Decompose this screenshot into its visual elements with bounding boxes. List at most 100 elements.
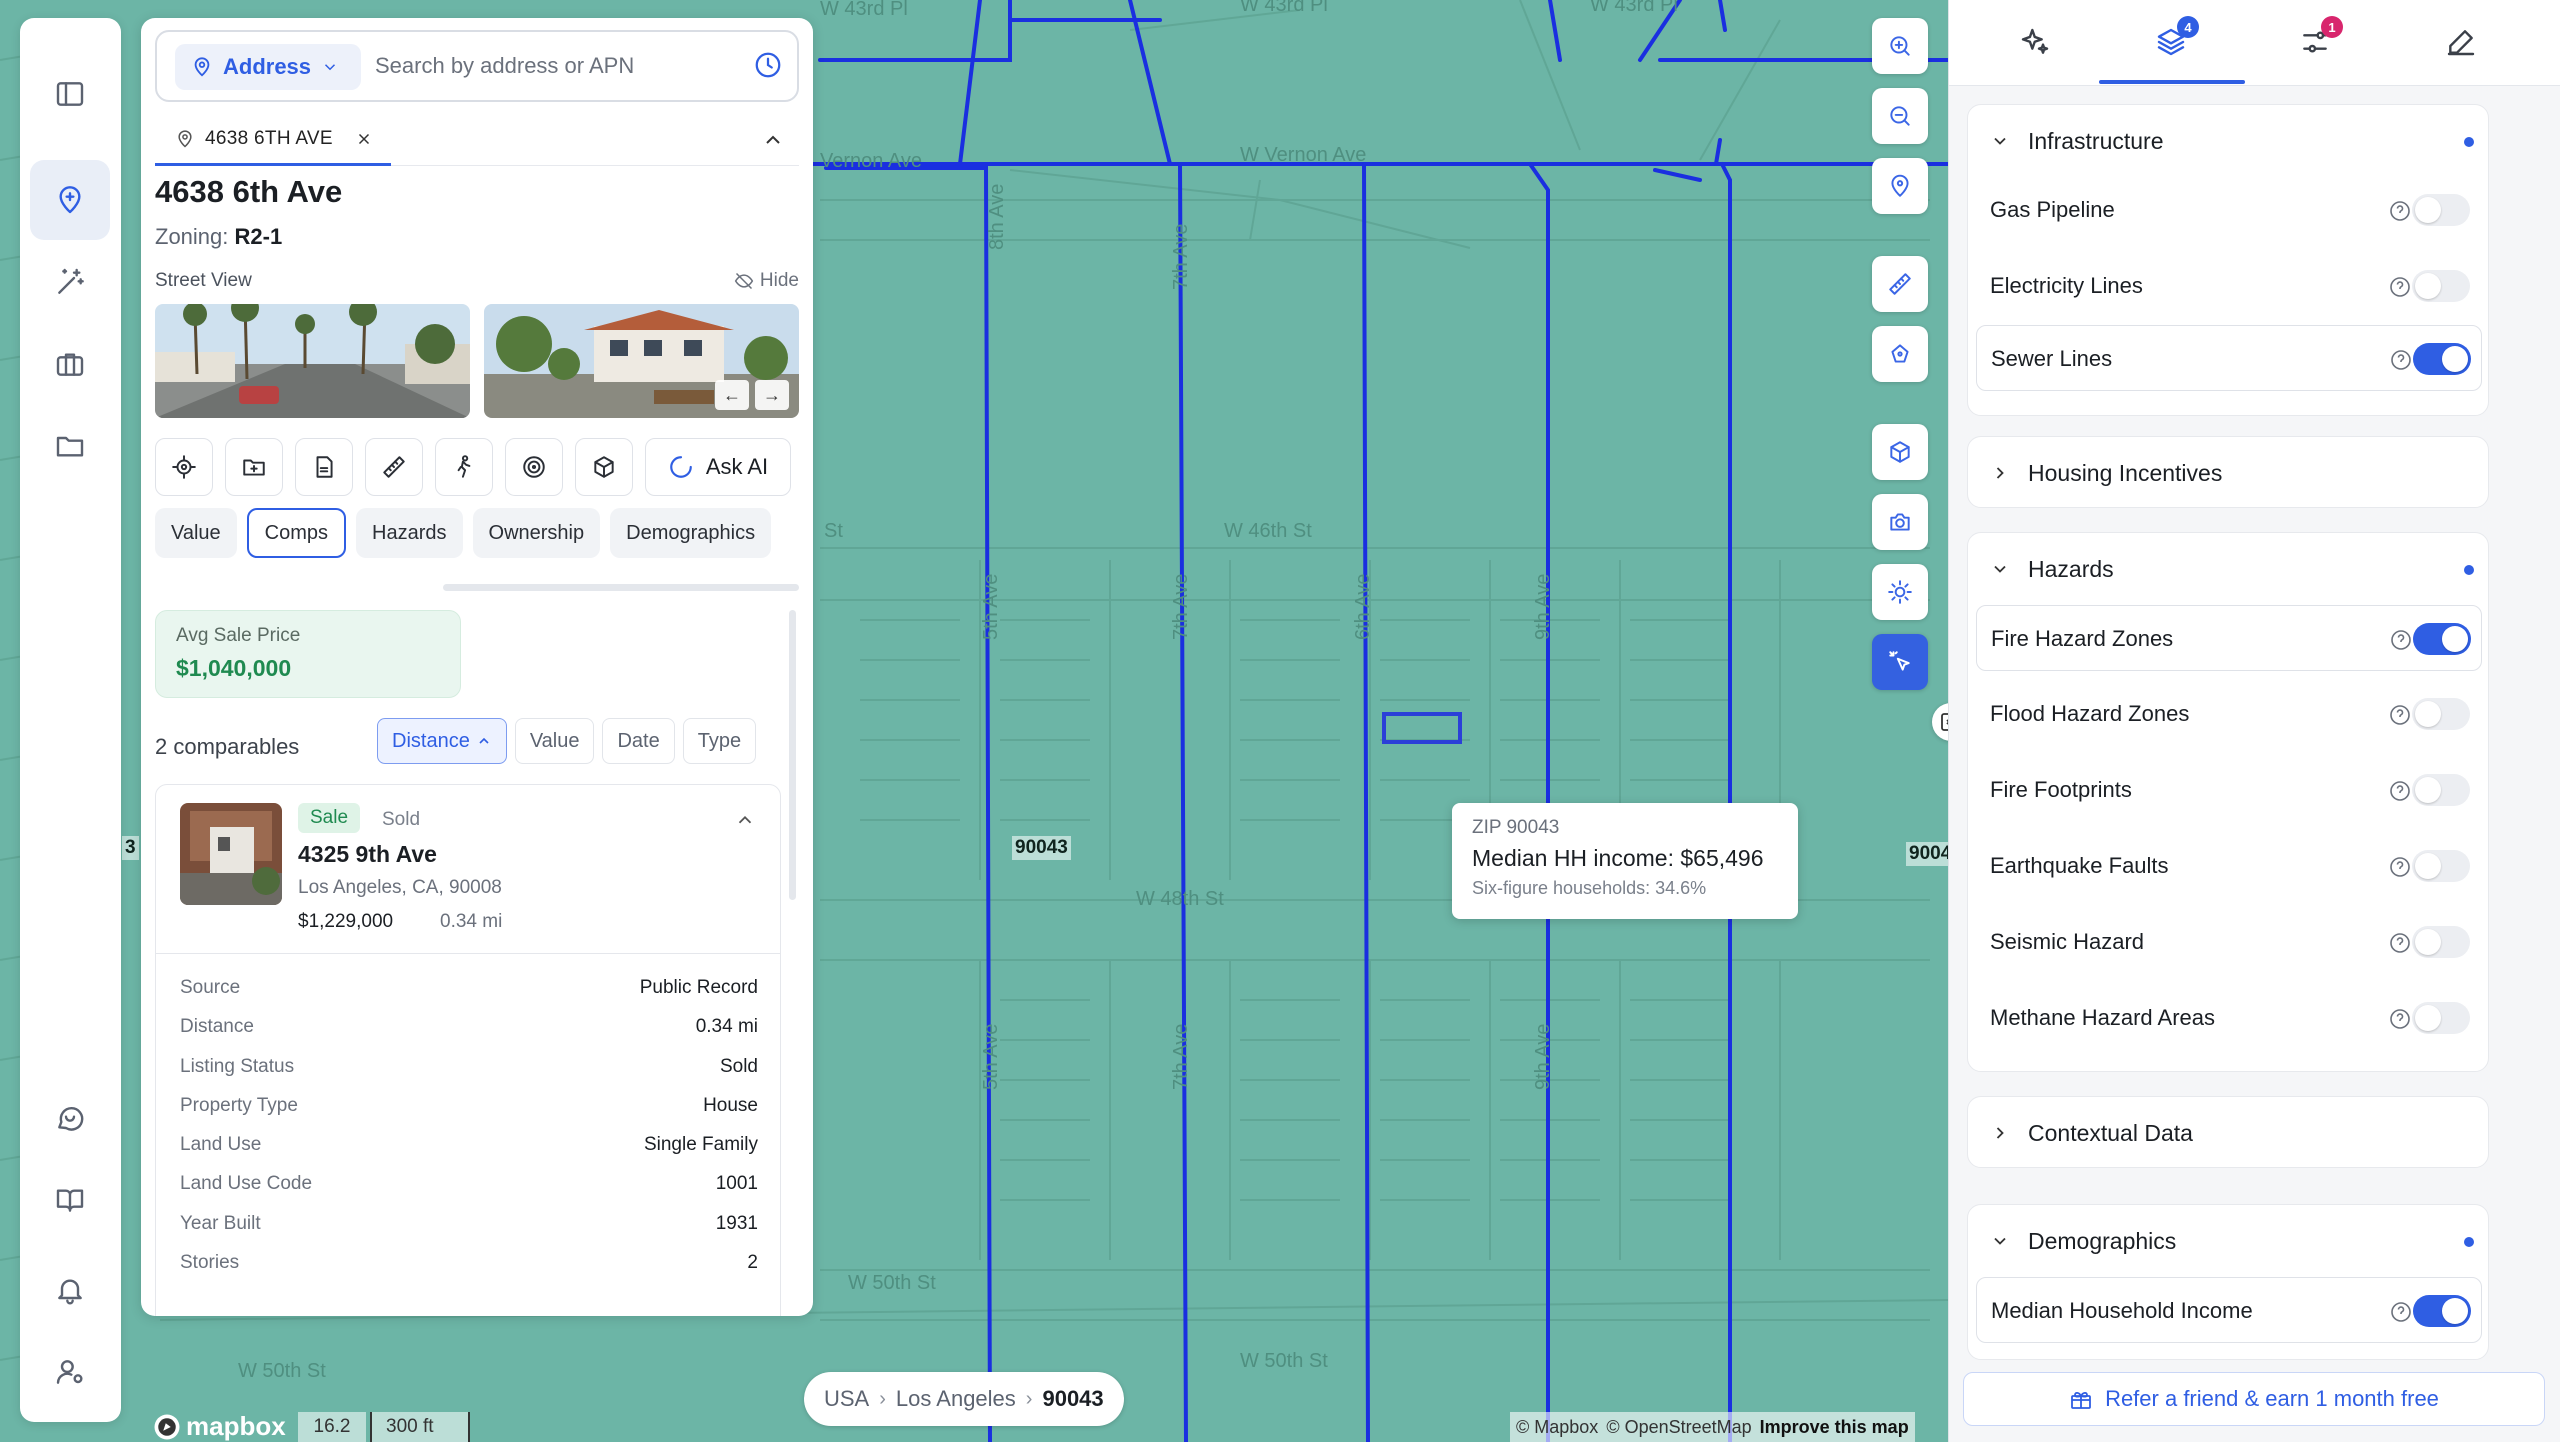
toggle-sidebar-icon[interactable] <box>30 54 110 134</box>
bell-icon[interactable] <box>30 1250 110 1330</box>
ask-ai-label: Ask AI <box>705 454 769 479</box>
save-to-folder-button[interactable] <box>225 438 283 496</box>
divider <box>156 953 780 954</box>
draw-tab[interactable] <box>2441 22 2481 62</box>
history-icon[interactable] <box>753 50 783 80</box>
layer-group-header[interactable]: Housing Incentives <box>1990 437 2222 509</box>
3d-buildings-button[interactable] <box>1872 424 1928 480</box>
ai-insights-tab[interactable] <box>2015 22 2055 62</box>
mapbox-logo[interactable]: mapbox <box>152 1411 286 1442</box>
street-view-image[interactable] <box>155 304 470 418</box>
measure-button[interactable] <box>365 438 423 496</box>
search-input[interactable] <box>375 46 735 86</box>
help-icon[interactable] <box>2389 1300 2413 1324</box>
breadcrumb-item[interactable]: Los Angeles <box>896 1386 1016 1412</box>
layer-toggle[interactable] <box>2412 194 2470 226</box>
folder-icon[interactable] <box>30 406 110 486</box>
magic-wand-icon[interactable] <box>30 242 110 322</box>
tabs-scrollbar[interactable] <box>443 584 799 591</box>
layer-toggle[interactable] <box>2412 774 2470 806</box>
sort-value-button[interactable]: Value <box>514 718 595 764</box>
tab-value[interactable]: Value <box>155 508 237 558</box>
zoom-out-button[interactable] <box>1872 88 1928 144</box>
draw-polygon-button[interactable] <box>1872 326 1928 382</box>
chevron-up-icon[interactable] <box>761 128 785 152</box>
detail-value: Sold <box>719 1055 758 1077</box>
layer-group-header[interactable]: Contextual Data <box>1990 1097 2193 1169</box>
help-icon[interactable] <box>2388 703 2412 727</box>
refer-friend-button[interactable]: Refer a friend & earn 1 month free <box>1963 1372 2545 1426</box>
help-icon[interactable] <box>2389 628 2413 652</box>
layer-group-header[interactable]: Demographics <box>1990 1205 2176 1277</box>
map-style-button[interactable] <box>1872 564 1928 620</box>
briefcase-icon[interactable] <box>30 324 110 404</box>
sort-type-button[interactable]: Type <box>682 718 757 764</box>
comparable-city: Los Angeles, CA, 90008 <box>298 877 502 898</box>
screenshot-button[interactable] <box>1872 494 1928 550</box>
tab-comps[interactable]: Comps <box>246 508 347 558</box>
close-icon[interactable] <box>355 130 373 148</box>
mapbox-logo-icon <box>154 1414 180 1439</box>
layers-tab[interactable]: 4 <box>2151 16 2199 62</box>
chevron-right-icon <box>1996 467 2004 479</box>
attribution-link[interactable]: © Mapbox <box>1516 1417 1598 1438</box>
sort-distance-button[interactable]: Distance <box>377 718 507 764</box>
help-icon[interactable] <box>2388 855 2412 879</box>
walkability-button[interactable] <box>435 438 493 496</box>
sale-badge: Sale <box>298 803 361 833</box>
layer-toggle[interactable] <box>2412 926 2470 958</box>
help-icon[interactable] <box>2388 275 2412 299</box>
tab-ownership[interactable]: Ownership <box>472 508 601 558</box>
tab-demographics[interactable]: Demographics <box>610 508 772 558</box>
layer-label: Fire Hazard Zones <box>1991 626 2174 651</box>
arrow-left-icon[interactable]: ← <box>715 380 749 410</box>
detail-row: Property Type House <box>180 1095 758 1134</box>
sort-date-button[interactable]: Date <box>602 718 675 764</box>
panel-scrollbar[interactable] <box>789 610 796 900</box>
locate-me-button[interactable] <box>1872 158 1928 214</box>
chevron-up-icon[interactable] <box>734 809 756 831</box>
layer-group-header[interactable]: Hazards <box>1990 533 2114 605</box>
book-icon[interactable] <box>30 1160 110 1240</box>
layer-toggle[interactable] <box>2412 270 2470 302</box>
layer-toggle[interactable] <box>2413 1295 2471 1327</box>
help-icon[interactable] <box>2388 779 2412 803</box>
layer-toggle[interactable] <box>2412 698 2470 730</box>
zoom-in-button[interactable] <box>1872 18 1928 74</box>
property-tabs: 4638 6TH AVE <box>155 114 799 166</box>
search-mode-select[interactable]: Address <box>175 44 361 90</box>
hide-street-view-button[interactable]: Hide <box>734 270 799 292</box>
3d-view-button[interactable] <box>575 438 633 496</box>
detail-key: Land Use Code <box>180 1173 313 1195</box>
help-icon[interactable] <box>2388 931 2412 955</box>
layer-toggle[interactable] <box>2412 850 2470 882</box>
chat-support-icon[interactable] <box>30 1078 110 1158</box>
property-tab[interactable]: 4638 6TH AVE <box>155 114 391 166</box>
arrow-right-icon[interactable]: → <box>755 380 789 410</box>
attribution-link[interactable]: © OpenStreetMap <box>1606 1417 1751 1438</box>
radius-button[interactable] <box>505 438 563 496</box>
improve-map-link[interactable]: Improve this map <box>1760 1417 1909 1438</box>
help-icon[interactable] <box>2388 199 2412 223</box>
help-icon[interactable] <box>2389 348 2413 372</box>
layer-toggle[interactable] <box>2412 1002 2470 1034</box>
layer-toggle[interactable] <box>2413 623 2471 655</box>
user-settings-icon[interactable] <box>30 1332 110 1412</box>
layer-toggle[interactable] <box>2413 343 2471 375</box>
tab-hazards[interactable]: Hazards <box>356 508 463 558</box>
measure-tool-button[interactable] <box>1872 256 1928 312</box>
map-pin-plus-icon[interactable] <box>30 160 110 240</box>
refer-label: Refer a friend & earn 1 month free <box>2105 1386 2439 1411</box>
comparable-card[interactable]: Sale Sold 4325 9th Ave Los Angeles, CA, … <box>155 784 781 1316</box>
breadcrumb-item[interactable]: USA <box>824 1386 869 1412</box>
layer-label: Median Household Income <box>1991 1298 2253 1323</box>
street-view-image[interactable]: ← → <box>484 304 799 418</box>
layer-group-header[interactable]: Infrastructure <box>1990 105 2164 177</box>
select-parcel-button[interactable] <box>1872 634 1928 690</box>
locate-button[interactable] <box>155 438 213 496</box>
layer-row-fire-footprints: Fire Footprints <box>1976 757 2482 823</box>
report-button[interactable] <box>295 438 353 496</box>
ask-ai-button[interactable]: Ask AI <box>645 438 791 496</box>
filters-tab[interactable]: 1 <box>2295 16 2343 62</box>
help-icon[interactable] <box>2388 1007 2412 1031</box>
